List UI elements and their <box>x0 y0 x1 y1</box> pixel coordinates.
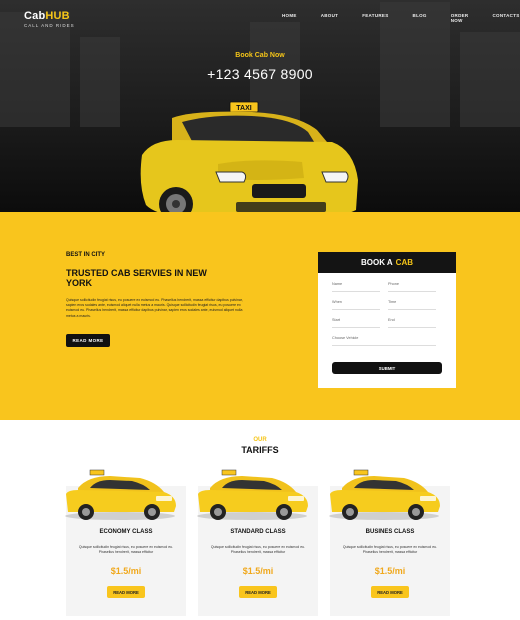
tariff-name: ECONOMY CLASS <box>99 529 153 535</box>
nav-home[interactable]: HOME <box>282 13 297 23</box>
tariff-price: $1.5/mi <box>374 566 406 576</box>
phone-number[interactable]: +123 4567 8900 <box>0 66 520 82</box>
nav-order-now[interactable]: ORDER NOW <box>451 13 469 23</box>
end-field[interactable]: End <box>388 318 436 328</box>
taxi-sign-text: TAXI <box>236 105 251 112</box>
nav-blog[interactable]: BLOG <box>413 13 427 23</box>
background-building <box>460 32 520 132</box>
tariff-description: Quisque sollicitudin feugiat risus, eu p… <box>78 545 174 554</box>
name-field[interactable]: Name <box>332 282 380 292</box>
read-more-button[interactable]: READ MORE <box>66 334 110 347</box>
taxi-car-image <box>65 469 176 520</box>
tariff-read-more-button[interactable]: READ MORE <box>371 586 409 598</box>
tariff-description: Quisque sollicitudin feugiat risus, eu p… <box>210 545 306 554</box>
taxi-car-image <box>329 469 440 520</box>
tariff-card-business: BUSINES CLASS Quisque sollicitudin feugi… <box>329 469 450 616</box>
intro-body: Quisque sollicitudin feugiat risus, eu p… <box>66 298 243 318</box>
main-nav: HOME ABOUT FEATURES BLOG ORDER NOW CONTA… <box>282 13 520 23</box>
start-field[interactable]: Start <box>332 318 380 328</box>
phone-field[interactable]: Phone <box>388 282 436 292</box>
tariff-read-more-button[interactable]: READ MORE <box>239 586 277 598</box>
tariff-name: STANDARD CLASS <box>230 529 286 535</box>
tariff-description: Quisque sollicitudin feugiat risus, eu p… <box>342 545 438 554</box>
booking-title-cab: CAB <box>395 258 414 267</box>
taxi-car-image <box>197 469 308 520</box>
when-field[interactable]: When <box>332 300 380 310</box>
nav-contacts[interactable]: CONTACTS <box>493 13 520 23</box>
logo-text-hub: HUB <box>45 10 70 22</box>
nav-features[interactable]: FEATURES <box>362 13 388 23</box>
tariffs-title: TARIFFS <box>241 445 279 455</box>
submit-button[interactable]: SUBMIT <box>332 362 442 374</box>
logo[interactable]: CabHUB CALL AND RIDES <box>24 10 75 28</box>
tariffs-eyebrow: OUR <box>253 437 267 443</box>
booking-title-prefix: BOOK A <box>360 258 393 267</box>
logo-text-cab: Cab <box>24 10 46 22</box>
tariff-name: BUSINES CLASS <box>365 529 415 535</box>
tariff-read-more-button[interactable]: READ MORE <box>107 586 145 598</box>
booking-form-title: BOOK A CAB <box>318 252 456 273</box>
nav-about[interactable]: ABOUT <box>321 13 339 23</box>
tariff-price: $1.5/mi <box>110 566 142 576</box>
time-field[interactable]: Time <box>388 300 436 310</box>
vehicle-select[interactable]: Choose Vehicle <box>332 336 436 346</box>
booking-form: BOOK A CAB Name Phone When Time Start En… <box>318 252 456 388</box>
logo-tagline: CALL AND RIDES <box>24 23 75 28</box>
tariff-card-economy: ECONOMY CLASS Quisque sollicitudin feugi… <box>65 469 186 616</box>
section-eyebrow: BEST IN CITY <box>66 252 106 258</box>
intro-title: TRUSTED CAB SERVIES IN NEW YORK <box>66 268 207 288</box>
tariff-price: $1.5/mi <box>242 566 274 576</box>
book-cab-label: Book Cab Now <box>235 52 285 59</box>
tariff-card-standard: STANDARD CLASS Quisque sollicitudin feug… <box>197 469 318 616</box>
